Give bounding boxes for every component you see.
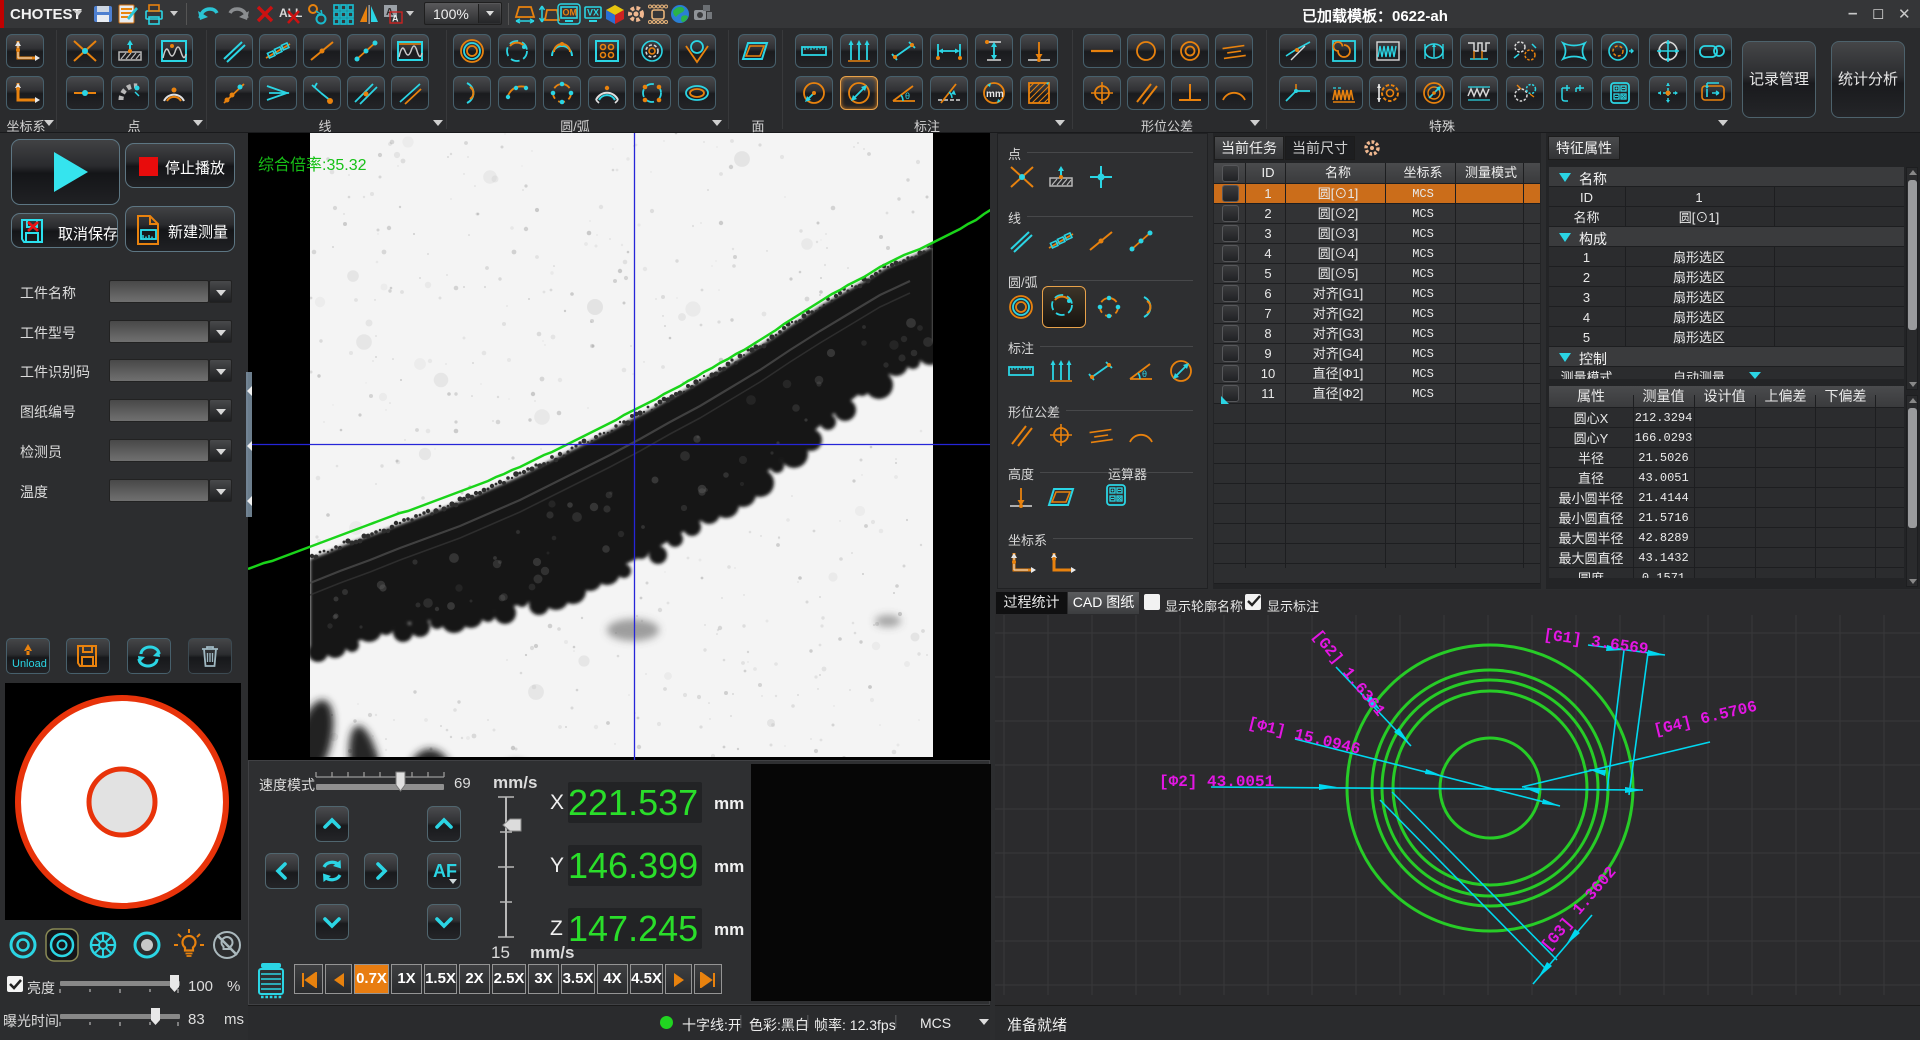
svg-text:OM: OM [563, 8, 578, 18]
svg-text:mm: mm [986, 89, 1004, 100]
svg-text:[Φ2] 43.0051: [Φ2] 43.0051 [1159, 773, 1274, 791]
svg-text:θ: θ [1142, 369, 1147, 379]
svg-text:VX: VX [587, 8, 599, 18]
svg-text:θ: θ [905, 91, 910, 101]
svg-text:A: A [392, 14, 399, 24]
svg-text:Unload: Unload [12, 658, 47, 670]
